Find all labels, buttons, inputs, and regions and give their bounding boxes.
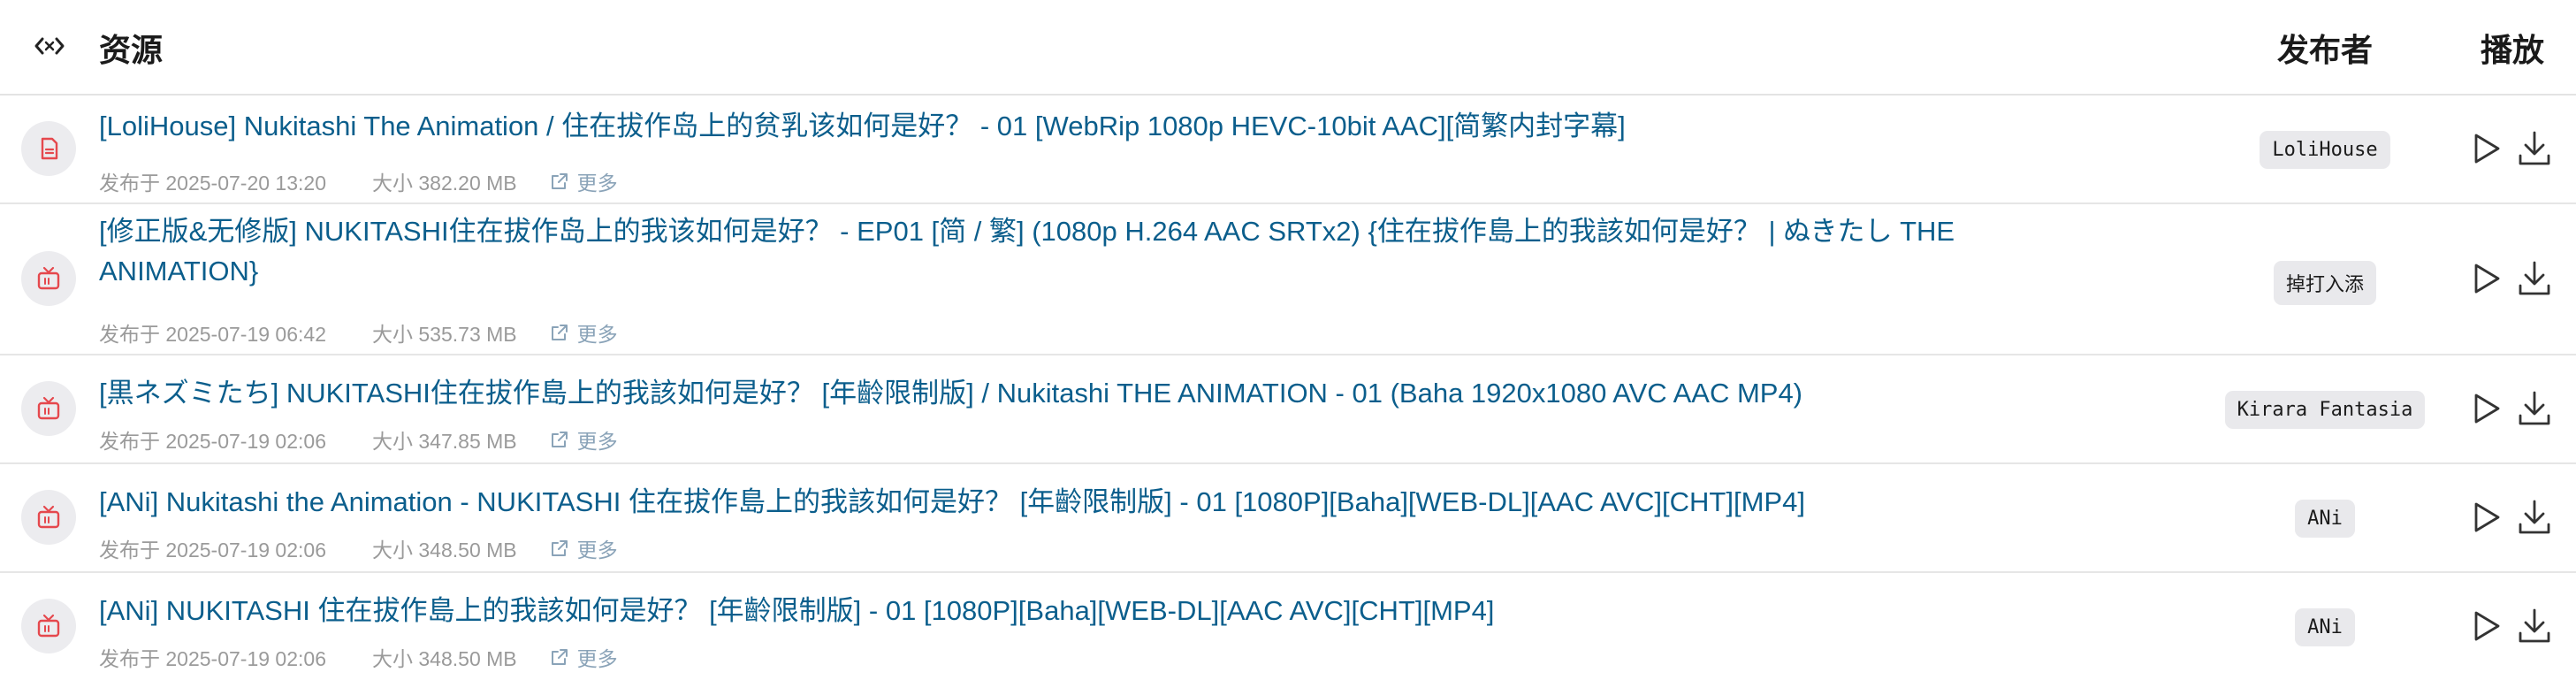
download-icon[interactable] (2515, 498, 2554, 537)
resource-title-link[interactable]: [ANi] NUKITASHI 住在拔作島上的我該如何是好？ [年齡限制版] -… (99, 591, 2017, 630)
play-icon[interactable] (2466, 498, 2505, 537)
download-icon[interactable] (2515, 259, 2554, 298)
more-label: 更多 (576, 323, 618, 346)
external-link-icon (551, 432, 568, 447)
resource-meta: 发布于 2025-07-20 13:20 大小 382.20 MB 更多 (99, 166, 618, 196)
file-size: 大小 348.50 MB (372, 647, 517, 670)
resource-title-link[interactable]: [修正版&无修版] NUKITASHI住在拔作岛上的我该如何是好？ - EP01… (99, 211, 2017, 291)
resource-meta: 发布于 2025-07-19 02:06 大小 347.85 MB 更多 (99, 424, 618, 455)
play-icon[interactable] (2466, 389, 2505, 428)
more-link[interactable]: 更多 (549, 424, 618, 455)
resource-title-link[interactable]: [LoliHouse] Nukitashi The Animation / 住在… (99, 106, 2017, 146)
download-icon[interactable] (2515, 607, 2554, 646)
file-size: 大小 382.20 MB (372, 172, 517, 195)
resource-meta: 发布于 2025-07-19 02:06 大小 348.50 MB 更多 (99, 642, 618, 672)
more-link[interactable]: 更多 (549, 166, 618, 196)
more-link[interactable]: 更多 (549, 533, 618, 563)
publisher-cell: Kirara Fantasia (2192, 391, 2458, 429)
more-link[interactable]: 更多 (549, 317, 618, 348)
table-row: [修正版&无修版] NUKITASHI住在拔作岛上的我该如何是好？ - EP01… (0, 204, 2576, 355)
publisher-badge[interactable]: ANi (2295, 608, 2355, 646)
external-link-icon (551, 325, 568, 340)
publisher-badge[interactable]: 掉打入添 (2273, 261, 2376, 305)
publisher-cell: 掉打入添 (2192, 261, 2458, 305)
column-header-resource: 资源 (99, 32, 164, 68)
publisher-cell: ANi (2192, 608, 2458, 646)
column-header-play: 播放 (2481, 32, 2545, 68)
more-label: 更多 (576, 539, 618, 562)
download-icon[interactable] (2515, 129, 2554, 168)
resource-table: 资源 发布者 播放 [LoliHouse] Nukitashi The Anim… (0, 0, 2576, 680)
more-label: 更多 (576, 172, 618, 195)
tv-icon (21, 381, 76, 436)
column-header-publisher: 发布者 (2277, 32, 2374, 68)
play-icon[interactable] (2466, 129, 2505, 168)
file-size: 大小 535.73 MB (372, 323, 517, 346)
more-label: 更多 (576, 430, 618, 453)
external-link-icon (551, 649, 568, 665)
publisher-badge[interactable]: LoliHouse (2260, 131, 2390, 169)
tv-icon (21, 490, 76, 545)
more-label: 更多 (576, 647, 618, 670)
publisher-cell: LoliHouse (2192, 131, 2458, 169)
resource-meta: 发布于 2025-07-19 02:06 大小 348.50 MB 更多 (99, 533, 618, 563)
file-size: 大小 348.50 MB (372, 539, 517, 562)
play-icon[interactable] (2466, 607, 2505, 646)
publish-date: 发布于 2025-07-19 02:06 (99, 539, 326, 562)
table-header: 资源 发布者 播放 (0, 0, 2576, 96)
table-row: [LoliHouse] Nukitashi The Animation / 住在… (0, 96, 2576, 204)
document-icon (21, 121, 76, 176)
publisher-badge[interactable]: ANi (2295, 500, 2355, 538)
publish-date: 发布于 2025-07-19 02:06 (99, 430, 326, 453)
table-row: [ANi] Nukitashi the Animation - NUKITASH… (0, 464, 2576, 573)
play-icon[interactable] (2466, 259, 2505, 298)
external-link-icon (551, 540, 568, 556)
publisher-badge[interactable]: Kirara Fantasia (2224, 391, 2426, 429)
tv-icon (21, 599, 76, 653)
publisher-cell: ANi (2192, 500, 2458, 538)
code-toggle-icon[interactable] (34, 33, 65, 59)
table-row: [ANi] NUKITASHI 住在拔作島上的我該如何是好？ [年齡限制版] -… (0, 573, 2576, 680)
resource-meta: 发布于 2025-07-19 06:42 大小 535.73 MB 更多 (99, 317, 618, 348)
resource-title-link[interactable]: [黒ネズミたち] NUKITASHI住在拔作島上的我該如何是好？ [年齡限制版]… (99, 373, 2017, 413)
publish-date: 发布于 2025-07-19 02:06 (99, 647, 326, 670)
table-row: [黒ネズミたち] NUKITASHI住在拔作島上的我該如何是好？ [年齡限制版]… (0, 355, 2576, 464)
publish-date: 发布于 2025-07-20 13:20 (99, 172, 326, 195)
tv-icon (21, 251, 76, 306)
external-link-icon (551, 173, 568, 189)
more-link[interactable]: 更多 (549, 642, 618, 672)
publish-date: 发布于 2025-07-19 06:42 (99, 323, 326, 346)
download-icon[interactable] (2515, 389, 2554, 428)
file-size: 大小 347.85 MB (372, 430, 517, 453)
resource-title-link[interactable]: [ANi] Nukitashi the Animation - NUKITASH… (99, 482, 2017, 522)
